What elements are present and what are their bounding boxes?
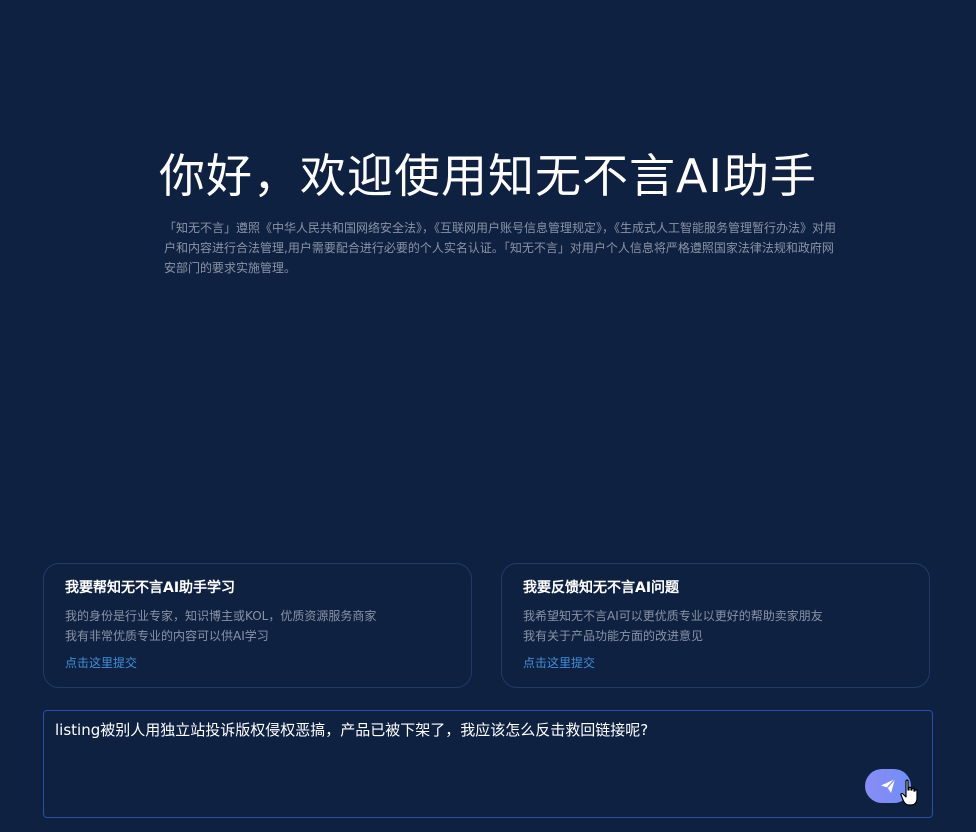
page: 你好，欢迎使用知无不言AI助手 「知无不言」遵照《中华人民共和国网络安全法》，《… <box>0 0 976 832</box>
page-title: 你好，欢迎使用知无不言AI助手 <box>158 149 818 203</box>
contribute-submit-link[interactable]: 点击这里提交 <box>65 654 137 671</box>
contribute-card-description-1: 我的身份是行业专家，知识博主或KOL，优质资源服务商家 <box>65 609 377 623</box>
feedback-card-description-1: 我希望知无不言AI可以更优质专业以更好的帮助卖家朋友 <box>523 609 823 623</box>
feedback-submit-link[interactable]: 点击这里提交 <box>523 654 595 671</box>
hand-pointer-icon <box>900 779 918 806</box>
message-input-text[interactable]: listing被别人用独立站投诉版权侵权恶搞，产品已被下架了，我应该怎么反击救回… <box>55 719 648 740</box>
feedback-card[interactable]: 我要反馈知无不言AI问题 我希望知无不言AI可以更优质专业以更好的帮助卖家朋友 … <box>501 563 930 688</box>
feedback-card-title: 我要反馈知无不言AI问题 <box>523 580 680 596</box>
contribute-card[interactable]: 我要帮知无不言AI助手学习 我的身份是行业专家，知识博主或KOL，优质资源服务商… <box>43 563 472 688</box>
contribute-card-title: 我要帮知无不言AI助手学习 <box>65 580 236 596</box>
contribute-card-description-2: 我有非常优质专业的内容可以供AI学习 <box>65 629 269 643</box>
message-input[interactable]: listing被别人用独立站投诉版权侵权恶搞，产品已被下架了，我应该怎么反击救回… <box>43 710 933 818</box>
paper-plane-icon <box>881 778 896 793</box>
feedback-card-description-2: 我有关于产品功能方面的改进意见 <box>523 629 704 643</box>
legal-notice: 「知无不言」遵照《中华人民共和国网络安全法》，《互联网用户账号信息管理规定》，《… <box>164 221 837 275</box>
